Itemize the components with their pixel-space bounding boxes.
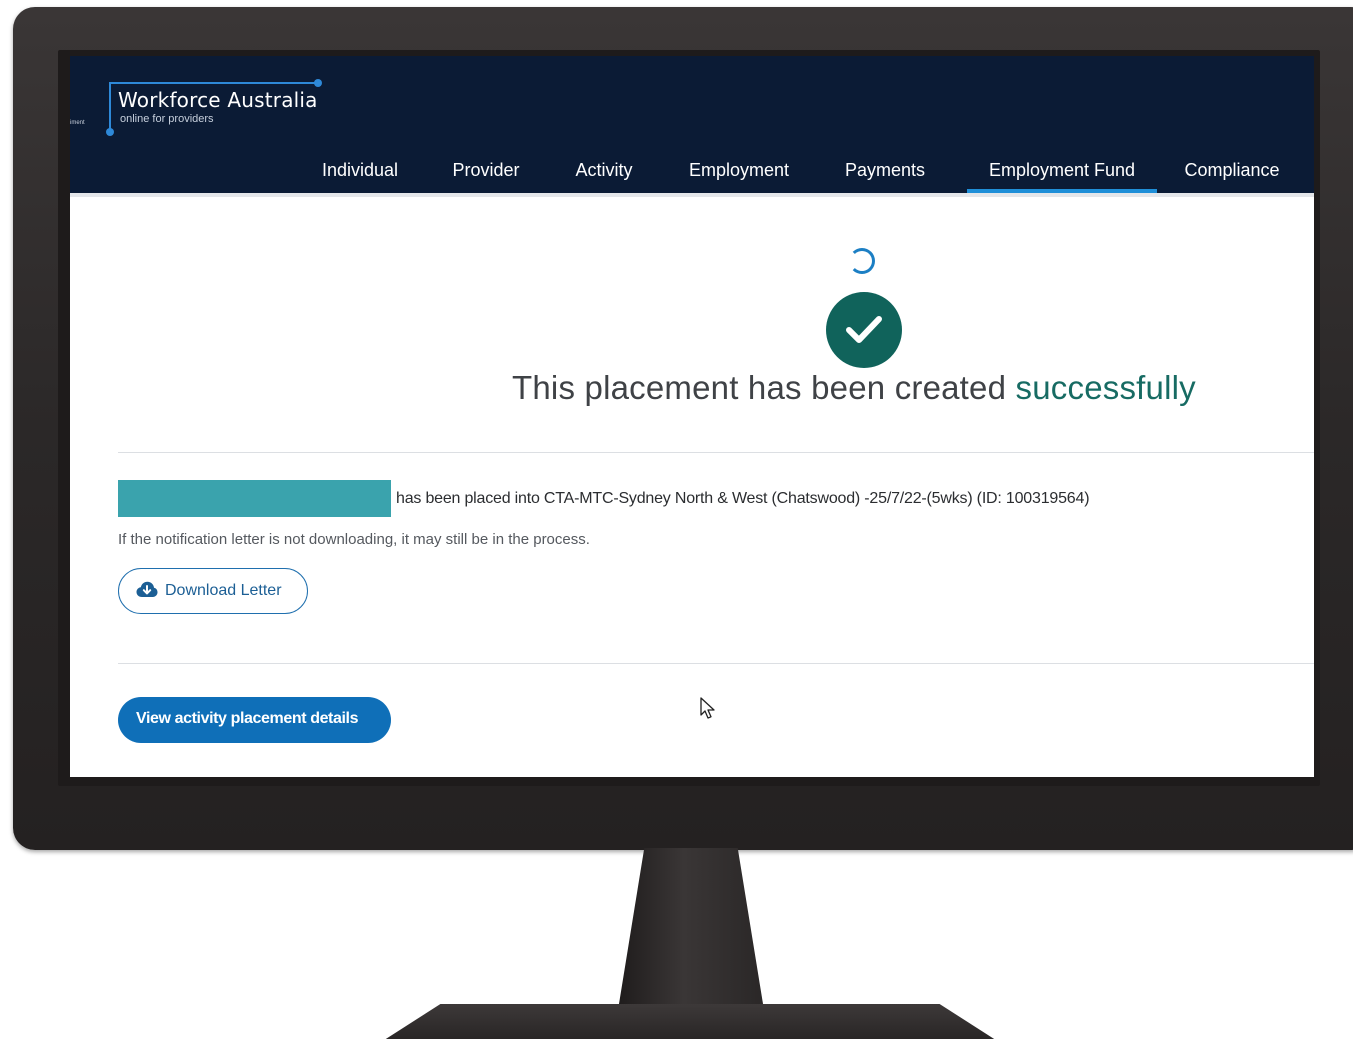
header-underline xyxy=(70,193,1314,197)
view-activity-placement-details-button[interactable]: View activity placement details xyxy=(118,697,391,743)
nav-item-activity[interactable]: Activity xyxy=(571,152,637,193)
monitor-stand-neck xyxy=(618,848,764,1010)
logo-dot-icon xyxy=(106,128,114,136)
spinner-icon xyxy=(849,248,875,274)
nav-item-individual[interactable]: Individual xyxy=(318,152,402,193)
success-headline: This placement has been created successf… xyxy=(512,369,1196,407)
nav-item-employment-fund[interactable]: Employment Fund xyxy=(967,152,1157,193)
top-header: iment Workforce Australia online for pro… xyxy=(70,56,1314,193)
mouse-cursor-icon xyxy=(700,697,715,719)
headline-text: This placement has been created xyxy=(512,369,1007,406)
nav-item-employment[interactable]: Employment xyxy=(685,152,793,193)
logo-line-horizontal xyxy=(109,82,319,84)
headline-accent: successfully xyxy=(1015,369,1196,406)
logo-title: Workforce Australia xyxy=(118,88,318,112)
nav-item-payments[interactable]: Payments xyxy=(842,152,928,193)
nav-item-compliance[interactable]: Compliance xyxy=(1175,152,1289,193)
download-letter-button[interactable]: Download Letter xyxy=(118,568,308,614)
cloud-download-icon xyxy=(136,581,158,597)
checkmark-icon xyxy=(846,316,882,343)
logo-dot-icon xyxy=(314,79,322,87)
logo-line-vertical xyxy=(109,83,111,131)
section-divider xyxy=(118,663,1314,664)
section-divider xyxy=(118,452,1314,453)
monitor-stand-base xyxy=(378,1004,1002,1039)
government-crest-text: iment xyxy=(70,120,85,126)
main-navigation: Individual Provider Activity Employment … xyxy=(70,152,1314,193)
redacted-name xyxy=(118,480,391,517)
download-note: If the notification letter is not downlo… xyxy=(118,531,590,548)
monitor-scene: iment Workforce Australia online for pro… xyxy=(0,0,1353,1039)
view-details-label: View activity placement details xyxy=(136,710,359,727)
nav-item-provider[interactable]: Provider xyxy=(450,152,522,193)
logo-subtitle: online for providers xyxy=(120,113,214,125)
app-screen: iment Workforce Australia online for pro… xyxy=(70,56,1314,777)
download-letter-label: Download Letter xyxy=(165,582,282,599)
placement-message: has been placed into CTA-MTC-Sydney Nort… xyxy=(396,490,1090,507)
check-circle-icon xyxy=(826,292,902,368)
